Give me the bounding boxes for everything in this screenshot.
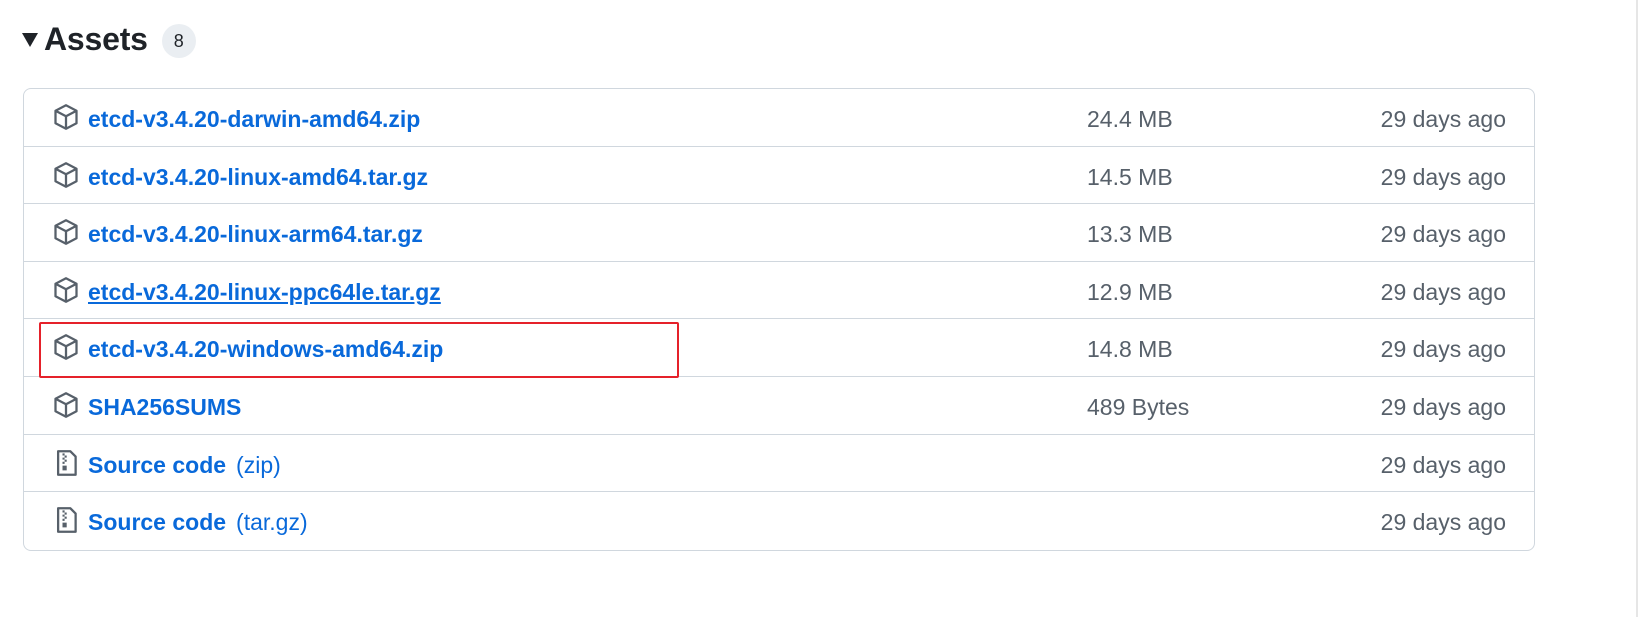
package-icon	[52, 391, 80, 419]
asset-row: etcd-v3.4.20-linux-arm64.tar.gz 13.3 MB …	[24, 204, 1534, 262]
file-zip-icon	[52, 449, 80, 477]
asset-row: etcd-v3.4.20-linux-amd64.tar.gz 14.5 MB …	[24, 147, 1534, 205]
asset-ext: (zip)	[236, 451, 281, 478]
asset-date: 29 days ago	[1380, 336, 1506, 363]
asset-name: etcd-v3.4.20-darwin-amd64.zip	[88, 106, 421, 132]
release-assets-page: Assets 8 etcd-v3.4.20-darwin-amd64.zip 2…	[0, 0, 1638, 617]
asset-date: 29 days ago	[1380, 393, 1506, 420]
asset-name: SHA256SUMS	[88, 393, 242, 420]
asset-date: 29 days ago	[1380, 278, 1506, 305]
asset-size: 24.4 MB	[1087, 106, 1173, 132]
asset-link[interactable]: etcd-v3.4.20-linux-ppc64le.tar.gz	[88, 262, 441, 319]
asset-size: 14.5 MB	[1087, 163, 1173, 190]
asset-date: 29 days ago	[1380, 106, 1506, 132]
asset-name: Source code	[88, 451, 227, 478]
triangle-down-icon[interactable]	[22, 33, 38, 47]
asset-date: 29 days ago	[1380, 221, 1506, 248]
assets-title[interactable]: Assets	[44, 21, 148, 58]
asset-name: etcd-v3.4.20-windows-amd64.zip	[88, 336, 444, 363]
asset-name: etcd-v3.4.20-linux-ppc64le.tar.gz	[88, 278, 441, 305]
asset-row: Source code (tar.gz) 29 days ago	[24, 492, 1534, 550]
asset-date: 29 days ago	[1380, 163, 1506, 190]
asset-link[interactable]: SHA256SUMS	[88, 377, 241, 434]
assets-header[interactable]: Assets 8	[22, 14, 196, 64]
asset-size: 14.8 MB	[1087, 336, 1173, 363]
asset-link[interactable]: etcd-v3.4.20-darwin-amd64.zip	[88, 89, 420, 146]
source-code-zip-link[interactable]: Source code (zip)	[88, 435, 281, 492]
assets-list: etcd-v3.4.20-darwin-amd64.zip 24.4 MB 29…	[23, 88, 1535, 551]
asset-link[interactable]: etcd-v3.4.20-linux-arm64.tar.gz	[88, 204, 423, 261]
source-code-targz-link[interactable]: Source code (tar.gz)	[88, 492, 308, 549]
asset-size: 13.3 MB	[1087, 221, 1173, 248]
asset-row: Source code (zip) 29 days ago	[24, 435, 1534, 493]
assets-count-badge: 8	[161, 24, 196, 58]
asset-row: etcd-v3.4.20-windows-amd64.zip 14.8 MB 2…	[24, 319, 1534, 377]
asset-row: etcd-v3.4.20-linux-ppc64le.tar.gz 12.9 M…	[24, 262, 1534, 320]
package-icon	[52, 103, 80, 131]
file-zip-icon	[52, 506, 80, 534]
package-icon	[52, 161, 80, 189]
asset-name: Source code	[88, 509, 227, 536]
asset-date: 29 days ago	[1380, 509, 1506, 536]
asset-size: 12.9 MB	[1087, 278, 1173, 305]
asset-size: 489 Bytes	[1087, 393, 1190, 420]
asset-link[interactable]: etcd-v3.4.20-linux-amd64.tar.gz	[88, 147, 428, 204]
package-icon	[52, 333, 80, 361]
asset-link[interactable]: etcd-v3.4.20-windows-amd64.zip	[88, 319, 443, 376]
asset-ext: (tar.gz)	[236, 509, 308, 536]
package-icon	[52, 218, 80, 246]
asset-date: 29 days ago	[1380, 451, 1506, 478]
package-icon	[52, 276, 80, 304]
asset-name: etcd-v3.4.20-linux-arm64.tar.gz	[88, 221, 423, 248]
asset-row: SHA256SUMS 489 Bytes 29 days ago	[24, 377, 1534, 435]
asset-row: etcd-v3.4.20-darwin-amd64.zip 24.4 MB 29…	[24, 89, 1534, 147]
asset-name: etcd-v3.4.20-linux-amd64.tar.gz	[88, 163, 429, 190]
